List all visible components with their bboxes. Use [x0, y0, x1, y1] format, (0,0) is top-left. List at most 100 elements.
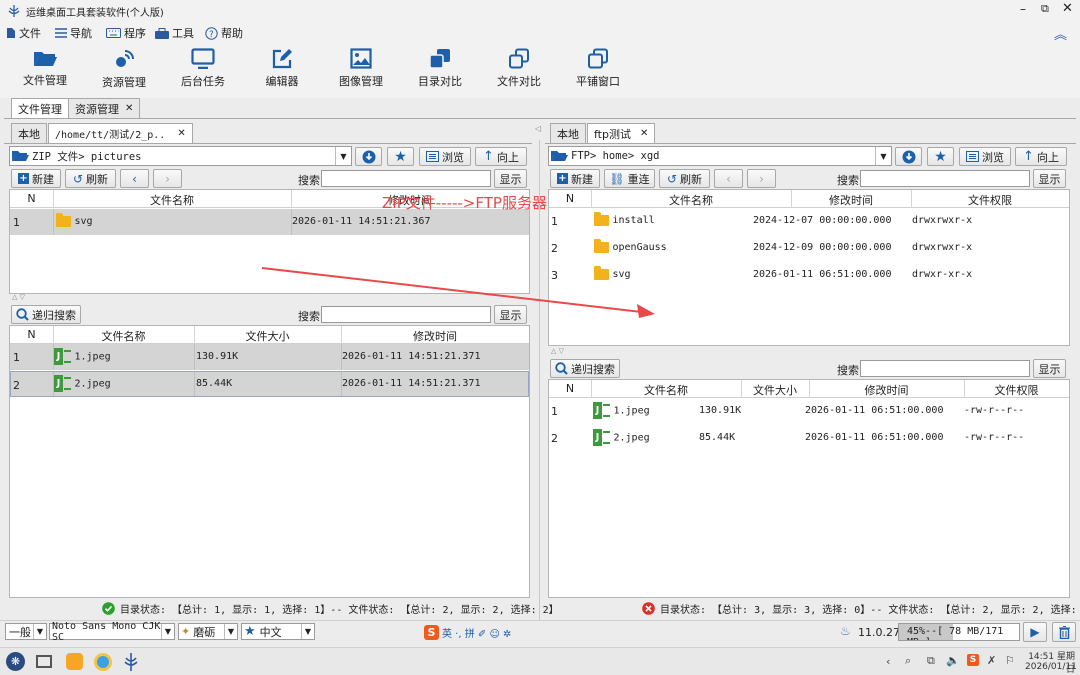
right-tab-local[interactable]: 本地: [550, 123, 586, 143]
left-forward-button[interactable]: ›: [153, 169, 182, 188]
tab-file-manage[interactable]: 文件管理: [11, 98, 69, 118]
left-download-button[interactable]: [355, 147, 382, 166]
right-dir-search-input[interactable]: [860, 170, 1030, 187]
jpeg-file-icon: J: [593, 429, 610, 446]
font-combo[interactable]: Noto Sans Mono CJK SC ▼: [49, 621, 175, 643]
close-tab-icon[interactable]: ✕: [125, 103, 133, 114]
arrow-up-icon: ↑: [483, 149, 494, 164]
toolbar-background-tasks[interactable]: 后台任务: [163, 48, 243, 89]
search-icon[interactable]: ⌕: [905, 654, 911, 668]
multitask-view-icon[interactable]: [36, 655, 52, 668]
mode-combo[interactable]: 一般 ▼: [5, 623, 47, 640]
left-recursive-search-button[interactable]: 递归搜索: [11, 305, 81, 324]
close-window-icon[interactable]: ✕: [1062, 1, 1073, 16]
chevron-right-icon: ›: [759, 171, 764, 186]
folder-icon: [56, 212, 71, 227]
toolbar-dir-compare[interactable]: 目录对比: [400, 48, 480, 89]
memory-bar[interactable]: 45%--[ 78 MB/171 MB ]: [898, 623, 1020, 641]
chevron-down-icon[interactable]: ▼: [335, 147, 351, 165]
play-icon: ▶: [1030, 625, 1040, 639]
volume-icon[interactable]: 🔈: [946, 654, 960, 667]
start-menu-icon[interactable]: ❋: [6, 652, 25, 671]
left-refresh-button[interactable]: ↺ 刷新: [65, 169, 116, 188]
clock-date[interactable]: 2026/01/11: [1025, 662, 1077, 672]
chevron-left-icon[interactable]: ‹: [886, 655, 890, 668]
network-icon[interactable]: ⚐: [1005, 654, 1015, 667]
toolbar-tile-window[interactable]: 平铺窗口: [558, 48, 638, 89]
search-label: 搜索: [298, 174, 320, 187]
table-row[interactable]: 2 J 2.jpeg 85.44K 2026-01-11 14:51:21.37…: [10, 371, 529, 397]
left-tab-path[interactable]: /home/tt/测试/2_p.. ✕: [48, 123, 193, 143]
menu-program[interactable]: 程序: [106, 25, 146, 41]
right-recursive-search-button[interactable]: 递归搜索: [550, 359, 620, 378]
gc-run-button[interactable]: ▶: [1023, 622, 1047, 642]
left-dir-show-button[interactable]: 显示: [494, 169, 527, 188]
right-file-show-button[interactable]: 显示: [1033, 359, 1066, 378]
jpeg-file-icon: J: [54, 348, 71, 365]
file-icon: [7, 28, 15, 38]
chevron-down-icon[interactable]: ▼: [875, 147, 891, 165]
tab-resource-manage[interactable]: 资源管理 ✕: [68, 98, 141, 118]
close-tab-icon[interactable]: ✕: [640, 128, 648, 139]
language-combo[interactable]: ★ 中文 ▼: [241, 623, 315, 640]
minimize-icon[interactable]: –: [1020, 2, 1026, 16]
left-path-combo[interactable]: ZIP 文件> pictures ▼: [9, 146, 352, 166]
restore-icon[interactable]: ⧉: [1041, 2, 1049, 16]
plus-icon: +: [18, 173, 29, 184]
right-file-search-input[interactable]: [860, 360, 1030, 377]
ime-indicator[interactable]: S 英 ·, 拼 ✐ ☺ ✲: [424, 625, 511, 640]
menu-file[interactable]: 文件: [6, 25, 41, 41]
search-icon: [16, 308, 29, 321]
table-row[interactable]: 2 J 2.jpeg 85.44K 2026-01-11 06:51:00.00…: [549, 425, 1069, 451]
menu-tools[interactable]: 工具: [155, 25, 194, 41]
app-logo-icon[interactable]: [123, 652, 139, 672]
right-favorite-button[interactable]: ★: [927, 147, 954, 166]
left-up-button[interactable]: ↑ 向上: [475, 147, 527, 166]
right-status-bar: 目录状态: 【总计: 3, 显示: 3, 选择: 0】-- 文件状态: 【总计:…: [642, 601, 1080, 616]
splitter-left-icon[interactable]: ◁: [535, 124, 541, 133]
right-browse-button[interactable]: 浏览: [959, 147, 1011, 166]
right-refresh-button[interactable]: ↺ 刷新: [659, 169, 710, 188]
right-back-button[interactable]: ‹: [714, 169, 743, 188]
close-tab-icon[interactable]: ✕: [177, 128, 185, 139]
menu-nav[interactable]: 导航: [55, 25, 92, 41]
right-up-button[interactable]: ↑ 向上: [1015, 147, 1067, 166]
table-row[interactable]: 1 install 2024-12-07 00:00:00.000 drwxrw…: [549, 208, 1069, 234]
toolbar-editor[interactable]: 编辑器: [242, 48, 322, 89]
sogou-icon[interactable]: S: [967, 654, 979, 666]
left-back-button[interactable]: ‹: [120, 169, 149, 188]
image-icon: [350, 48, 372, 69]
left-tab-local[interactable]: 本地: [11, 123, 47, 143]
table-row[interactable]: 1 J 1.jpeg 130.91K 2026-01-11 14:51:21.3…: [10, 344, 529, 370]
right-reconnect-button[interactable]: ⛓ 重连: [604, 169, 655, 188]
browser-icon[interactable]: [94, 653, 112, 671]
table-row[interactable]: 1 J 1.jpeg 130.91K 2026-01-11 06:51:00.0…: [549, 398, 1069, 424]
right-forward-button[interactable]: ›: [747, 169, 776, 188]
right-dir-show-button[interactable]: 显示: [1033, 169, 1066, 188]
right-path-combo[interactable]: FTP> home> xgd ▼: [548, 146, 892, 166]
left-dir-search-input[interactable]: [321, 170, 491, 187]
bluetooth-icon[interactable]: ✗: [987, 654, 996, 667]
right-download-button[interactable]: [895, 147, 922, 166]
menu-help[interactable]: ? 帮助: [205, 25, 243, 41]
chevron-left-icon: ‹: [726, 171, 731, 186]
right-new-button[interactable]: + 新建: [550, 169, 600, 188]
folder-open-icon: [34, 52, 57, 66]
right-tab-ftp[interactable]: ftp测试 ✕: [587, 123, 656, 143]
file-manager-icon[interactable]: [66, 653, 83, 670]
left-browse-button[interactable]: 浏览: [419, 147, 471, 166]
theme-combo[interactable]: ✦ 磨砺 ▼: [178, 623, 238, 640]
splitter-arrows-icon[interactable]: △ ▽: [12, 293, 25, 301]
collapse-toolbar-icon[interactable]: ︽: [1054, 24, 1067, 43]
toolbar-resource-manage[interactable]: 资源管理: [84, 48, 164, 90]
toolbar-file-manage[interactable]: 文件管理: [5, 48, 85, 88]
left-favorite-button[interactable]: ★: [387, 147, 414, 166]
trash-button[interactable]: [1052, 622, 1076, 642]
splitter-arrows-icon[interactable]: △ ▽: [551, 347, 564, 355]
toolbar-image-manage[interactable]: 图像管理: [321, 48, 401, 89]
left-file-table: N 文件名称 文件大小 修改时间 1 J 1.jpeg 130.91K 2026…: [9, 325, 530, 598]
toolbar-file-compare[interactable]: 文件对比: [479, 48, 559, 89]
screenshot-icon[interactable]: ⧉: [927, 654, 935, 668]
edit-icon: [272, 49, 292, 69]
left-new-button[interactable]: + 新建: [11, 169, 61, 188]
